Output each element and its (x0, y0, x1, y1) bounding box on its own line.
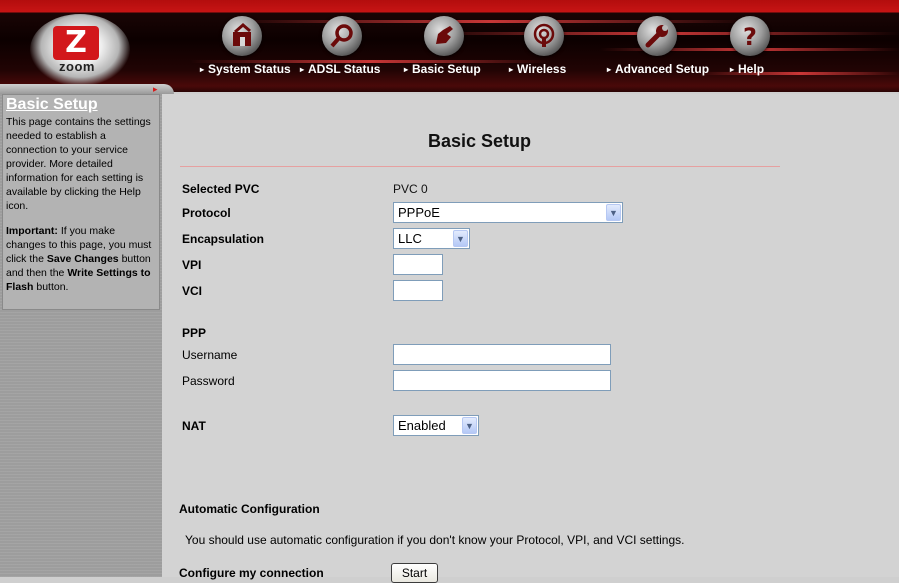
save-changes-ref: Save Changes (46, 253, 119, 265)
hand-icon (424, 16, 464, 56)
protocol-selected-value: PPPoE (398, 205, 440, 220)
nav-arrow-icon: ▸ (300, 65, 305, 74)
vci-input[interactable] (393, 280, 443, 301)
configure-connection-label: Configure my connection (179, 566, 324, 580)
sidebar-arrow-icon: ▸ (153, 84, 158, 94)
username-input[interactable] (393, 344, 611, 365)
nav-arrow-icon: ▸ (509, 65, 514, 74)
system-status-icon (222, 16, 262, 56)
chevron-down-icon[interactable]: ▼ (606, 204, 621, 221)
nav-wireless[interactable]: ▸ Wireless (509, 16, 575, 78)
magnifier-icon (322, 16, 362, 56)
protocol-label: Protocol (182, 206, 231, 220)
selected-pvc-label: Selected PVC (182, 182, 260, 196)
vci-label: VCI (182, 284, 203, 298)
nav-help[interactable]: ? ▸ Help (730, 16, 772, 78)
nav-basic-setup[interactable]: ▸ Basic Setup (404, 16, 481, 78)
sidebar-important-note: Important: If you make changes to this p… (6, 224, 156, 294)
start-button[interactable]: Start (391, 563, 438, 583)
zoom-logo-mark: Z (53, 26, 99, 60)
title-divider (180, 166, 780, 167)
svg-text:?: ? (743, 23, 757, 51)
vpi-input[interactable] (393, 254, 443, 275)
chevron-down-icon[interactable]: ▼ (462, 417, 477, 434)
nat-selected-value: Enabled (398, 418, 446, 433)
nav-arrow-icon: ▸ (730, 65, 735, 74)
sidebar-tab (0, 84, 174, 94)
wireless-icon (524, 16, 564, 56)
username-label: Username (182, 348, 238, 362)
nav-label-basic-setup: Basic Setup (412, 62, 481, 76)
ppp-heading: PPP (182, 326, 207, 340)
auto-config-description: You should use automatic configuration i… (185, 533, 685, 547)
nav-label-adsl-status: ADSL Status (308, 62, 381, 76)
nav-arrow-icon: ▸ (200, 65, 205, 74)
nav-label-advanced-setup: Advanced Setup (615, 62, 710, 76)
password-input[interactable] (393, 370, 611, 391)
zoom-logo-text: zoom (59, 59, 95, 74)
help-icon: ? (730, 16, 770, 56)
main-content: Basic Setup Selected PVC PVC 0 Protocol … (162, 94, 899, 583)
important-text: button. (33, 281, 69, 293)
encapsulation-select[interactable]: LLC ▼ (393, 228, 470, 249)
nav-arrow-icon: ▸ (404, 65, 409, 74)
nav-adsl-status[interactable]: ▸ ADSL Status (300, 16, 380, 78)
nav-label-system-status: System Status (208, 62, 291, 76)
selected-pvc-value: PVC 0 (393, 182, 428, 196)
encapsulation-selected-value: LLC (398, 231, 422, 246)
encapsulation-label: Encapsulation (182, 232, 265, 246)
wrench-icon (637, 16, 677, 56)
nav-label-help: Help (738, 62, 765, 76)
vpi-label: VPI (182, 258, 202, 272)
protocol-select[interactable]: PPPoE ▼ (393, 202, 623, 223)
sidebar: Basic Setup This page contains the setti… (0, 94, 162, 577)
nav-label-wireless: Wireless (517, 62, 567, 76)
chevron-down-icon[interactable]: ▼ (453, 230, 468, 247)
top-header: Z zoom ▸ System Status ▸ ADSL Status ▸ Basi… (0, 0, 899, 92)
nat-label: NAT (182, 419, 206, 433)
page-title: Basic Setup (428, 131, 532, 151)
password-label: Password (182, 374, 235, 388)
important-label: Important: (6, 225, 58, 237)
nav-arrow-icon: ▸ (607, 65, 612, 74)
nat-select[interactable]: Enabled ▼ (393, 415, 479, 436)
nav-advanced-setup[interactable]: ▸ Advanced Setup (607, 16, 709, 78)
sidebar-title-link[interactable]: Basic Setup (6, 96, 156, 114)
sidebar-description: This page contains the settings needed t… (6, 116, 151, 212)
help-box: Basic Setup This page contains the setti… (2, 94, 160, 310)
nav-system-status[interactable]: ▸ System Status (200, 16, 291, 78)
auto-config-heading: Automatic Configuration (179, 502, 320, 516)
